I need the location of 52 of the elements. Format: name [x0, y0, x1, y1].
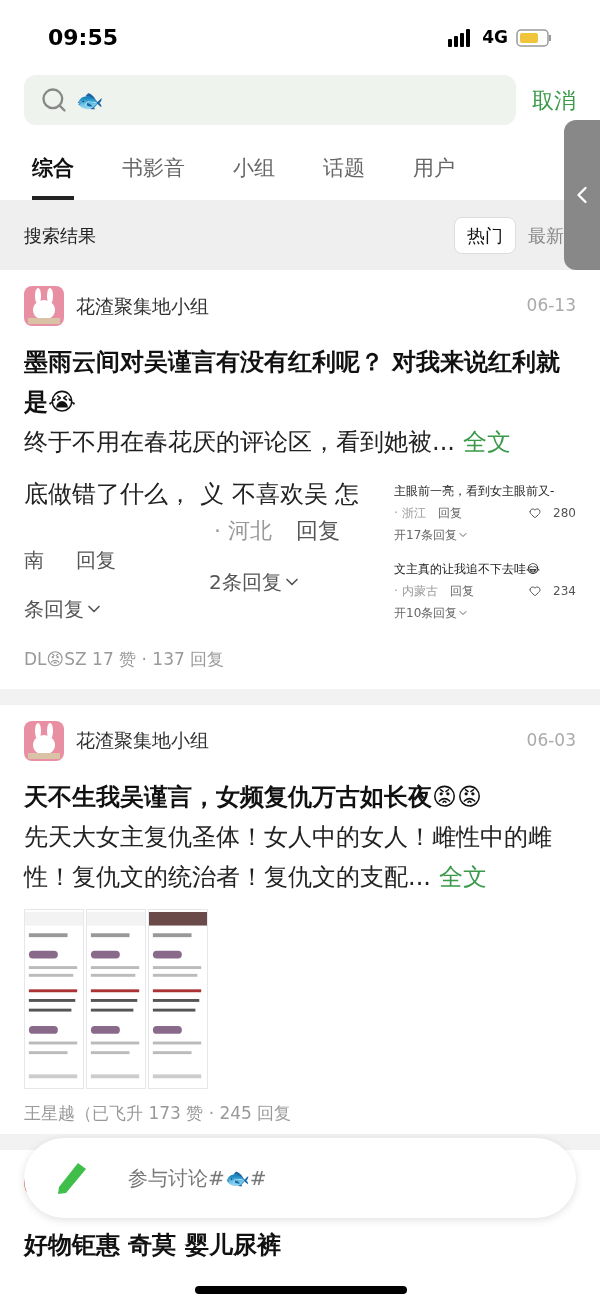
pen-icon [56, 1161, 88, 1195]
sort-option[interactable]: 最新 [524, 217, 568, 253]
fragment-reply: 回复 [437, 505, 462, 522]
ad-title[interactable]: 好物钜惠 奇莫 婴儿尿裤 [24, 1230, 576, 1260]
battery-icon [516, 28, 552, 47]
full-text-link[interactable]: 全文 [438, 862, 487, 891]
fragment-text: 文主真的让我追不下去哇😂 [394, 561, 542, 578]
fragment-expand: 开17条回复 [394, 527, 458, 544]
post-stats: 王星越（已飞升 173 赞 · 245 回复 [24, 1101, 293, 1125]
like-count: 280 [553, 505, 576, 522]
post-excerpt[interactable]: 先天大女主复仇圣体！女人中的女人！雌性中的雌性！复仇文的统治者！复仇文的支配... 全文 [24, 816, 576, 897]
heart-icon [529, 507, 542, 519]
avatar-icon [24, 286, 64, 326]
like-count: 234 [553, 583, 576, 600]
cancel-button[interactable]: 取消 [532, 83, 576, 117]
post-date: 06-03 [526, 728, 576, 752]
post-stats: DL😡SZ 17 赞 · 137 回复 [24, 648, 226, 671]
tab[interactable]: 话题 [323, 152, 365, 200]
search-icon [40, 86, 68, 114]
post-date: 06-13 [526, 294, 576, 318]
network-label: 4G [482, 25, 508, 49]
tab[interactable]: 书影音 [122, 152, 185, 200]
group-name[interactable]: 花渣聚集地小组 [76, 291, 209, 321]
sort-option[interactable]: 热门 [454, 216, 516, 254]
fragment-reply: 回复 [296, 517, 340, 545]
fragment-location: · 河北 [214, 517, 272, 545]
tab[interactable]: 小组 [233, 152, 275, 200]
fragment-text: 主眼前一亮，看到女主眼前又- [394, 483, 556, 500]
full-text-link[interactable]: 全文 [462, 428, 511, 456]
fragment-reply: 回复 [76, 548, 116, 572]
avatar-icon [24, 720, 64, 761]
side-tab[interactable] [564, 120, 600, 270]
status-time: 09:55 [48, 24, 119, 52]
results-heading: 搜索结果 [24, 223, 96, 248]
fragment-location: 南 [24, 548, 44, 572]
fragment-reply: 回复 [449, 583, 474, 600]
fragment-text: 义 不喜欢吴 怎 [200, 479, 360, 510]
fragment-text: 底做错了什么， [24, 479, 192, 510]
fragment-expand: 开10条回复 [394, 605, 458, 622]
search-field[interactable]: 🐟 [24, 75, 516, 125]
post-title[interactable]: 墨雨云间对吴谨言有没有红利呢？ 对我来说红利就是😭 [24, 342, 576, 422]
tab[interactable]: 用户 [413, 152, 455, 200]
group-name[interactable]: 花渣聚集地小组 [76, 726, 209, 755]
fragment-expand: 条回复 [24, 596, 84, 623]
post-excerpt[interactable]: 终于不用在春花厌的评论区，看到她被... 全文 [24, 422, 576, 462]
fragment-expand: 2条回复 [209, 572, 282, 592]
post-title[interactable]: 天不生我吴谨言，女频复仇万古如长夜😡😡 [24, 776, 576, 817]
compose-placeholder: 参与讨论#🐟# [128, 1165, 267, 1192]
compose-bar[interactable]: 参与讨论#🐟# [24, 1138, 576, 1218]
fragment-location: · 浙江 [394, 505, 426, 522]
fragment-location: · 内蒙古 [394, 583, 438, 600]
heart-icon [529, 585, 542, 597]
